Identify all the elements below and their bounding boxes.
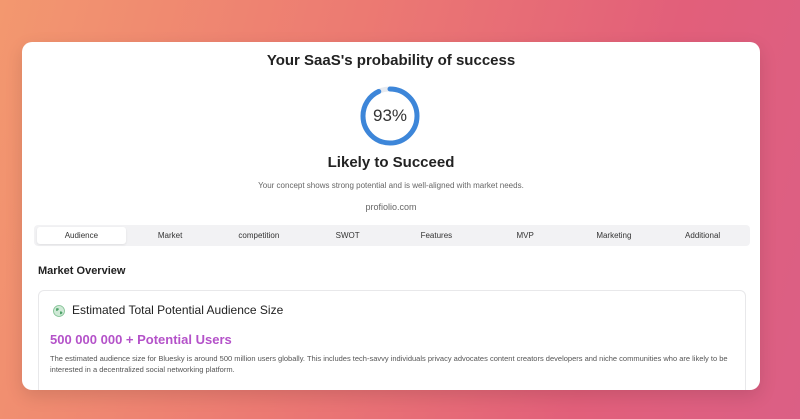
panel-description: The estimated audience size for Bluesky … <box>50 354 728 374</box>
audience-size-panel: Estimated Total Potential Audience Size … <box>38 290 746 390</box>
tab-marketing[interactable]: Marketing <box>570 227 659 244</box>
status-label: Likely to Succeed <box>327 154 455 171</box>
status-description: Your concept shows strong potential and … <box>258 181 524 190</box>
panel-heading: Estimated Total Potential Audience Size <box>72 303 284 317</box>
globe-icon <box>53 305 65 317</box>
tab-bar: Audience Market competition SWOT Feature… <box>34 225 750 246</box>
brand-link[interactable]: profiolio.com <box>22 202 760 212</box>
gauge-value: 93% <box>372 106 408 125</box>
page-title: Your SaaS's probability of success <box>266 52 516 69</box>
section-title: Market Overview <box>38 265 126 277</box>
tab-mvp[interactable]: MVP <box>481 227 570 244</box>
tab-swot[interactable]: SWOT <box>303 227 392 244</box>
result-card: Your SaaS's probability of success 93% L… <box>22 42 760 390</box>
potential-users-value: 500 000 000 + Potential Users <box>50 332 232 347</box>
tab-features[interactable]: Features <box>392 227 481 244</box>
tab-competition[interactable]: competition <box>215 227 304 244</box>
tab-audience[interactable]: Audience <box>37 227 126 244</box>
tab-market[interactable]: Market <box>126 227 215 244</box>
tab-additional[interactable]: Additional <box>658 227 747 244</box>
